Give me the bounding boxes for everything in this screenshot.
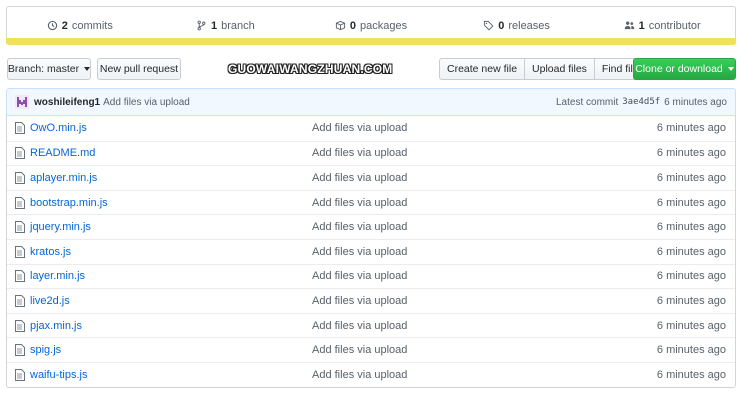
file-name-link[interactable]: live2d.js [30,295,312,307]
file-row: OwO.min.js Add files via upload 6 minute… [7,116,735,141]
file-row: aplayer.min.js Add files via upload 6 mi… [7,165,735,190]
packages-count: 0 [349,19,356,32]
new-pull-request-button[interactable]: New pull request [97,58,181,80]
file-commit-message[interactable]: Add files via upload [312,221,612,233]
contributor-label: contributor [648,19,701,32]
tag-icon [484,20,494,31]
file-row: bootstrap.min.js Add files via upload 6 … [7,189,735,215]
branches-link[interactable]: 1 branch [153,20,299,32]
file-age: 6 minutes ago [656,122,726,135]
file-commit-message[interactable]: Add files via upload [312,369,612,381]
file-commit-message[interactable]: Add files via upload [312,344,612,356]
commits-label: commits [71,19,113,32]
packages-label: packages [360,19,408,32]
upload-files-button[interactable]: Upload files [524,58,595,80]
file-icon [15,294,25,307]
commit-sha[interactable]: 3ae4d5f [622,97,660,107]
file-name-link[interactable]: aplayer.min.js [30,172,312,184]
file-row: README.md Add files via upload 6 minutes… [7,140,735,166]
commits-link[interactable]: 2 commits [7,20,153,32]
file-row: layer.min.js Add files via upload 6 minu… [7,263,735,289]
avatar[interactable] [15,95,29,109]
commits-count: 2 [61,19,68,32]
file-age: 6 minutes ago [656,221,726,234]
file-row: kratos.js Add files via upload 6 minutes… [7,238,735,264]
clone-or-download-label: Clone or download [635,63,723,75]
releases-label: releases [508,19,550,32]
file-commit-message[interactable]: Add files via upload [312,122,612,134]
branch-label: branch [221,19,255,32]
branch-select-button[interactable]: Branch: master [7,58,91,80]
file-row: pjax.min.js Add files via upload 6 minut… [7,312,735,338]
clone-or-download-button[interactable]: Clone or download [633,58,736,80]
file-row: jquery.min.js Add files via upload 6 min… [7,214,735,239]
file-age: 6 minutes ago [656,147,726,160]
file-icon [15,245,25,258]
file-actions-group: Create new file Upload files Find file [439,58,647,80]
contributors-link[interactable]: 1 contributor [589,20,735,32]
latest-commit-info: Latest commit 3ae4d5f 6 minutes ago [556,97,727,108]
commit-message[interactable]: Add files via upload [103,97,190,108]
file-name-link[interactable]: layer.min.js [30,270,312,282]
file-row: spig.js Add files via upload 6 minutes a… [7,337,735,362]
file-age: 6 minutes ago [656,196,726,209]
file-age: 6 minutes ago [656,171,726,184]
file-name-link[interactable]: pjax.min.js [30,320,312,332]
contributor-count: 1 [638,19,645,32]
branch-icon [197,20,206,31]
latest-commit-bar: woshileifeng1 Add files via upload Lates… [6,88,736,116]
file-icon [15,319,25,332]
releases-count: 0 [498,19,505,32]
file-age: 6 minutes ago [656,294,726,307]
file-icon [15,196,25,209]
history-icon [47,20,57,31]
file-icon [15,368,25,381]
file-commit-message[interactable]: Add files via upload [312,320,612,332]
language-bar[interactable] [6,38,736,45]
latest-commit-label: Latest commit [555,96,619,108]
file-row: live2d.js Add files via upload 6 minutes… [7,288,735,313]
file-age: 6 minutes ago [656,368,726,381]
file-commit-message[interactable]: Add files via upload [312,172,612,184]
create-new-file-button[interactable]: Create new file [439,58,526,80]
commit-author[interactable]: woshileifeng1 [34,97,100,108]
file-icon [15,122,25,135]
caret-down-icon [727,67,734,71]
file-name-link[interactable]: jquery.min.js [30,221,312,233]
branch-select-label: Branch: master [7,63,80,75]
file-name-link[interactable]: waifu-tips.js [30,369,312,381]
file-icon [15,147,25,160]
file-icon [15,270,25,283]
people-icon [624,21,634,30]
file-icon [15,171,25,184]
branch-count: 1 [211,19,218,32]
file-commit-message[interactable]: Add files via upload [312,197,612,209]
file-name-link[interactable]: OwO.min.js [30,122,312,134]
file-age: 6 minutes ago [656,319,726,332]
file-commit-message[interactable]: Add files via upload [312,295,612,307]
file-icon [15,344,25,357]
file-commit-message[interactable]: Add files via upload [312,270,612,282]
file-name-link[interactable]: README.md [30,147,312,159]
packages-link[interactable]: 0 packages [298,20,444,32]
file-age: 6 minutes ago [656,270,726,283]
file-age: 6 minutes ago [656,245,726,258]
commit-age: 6 minutes ago [664,96,727,108]
file-name-link[interactable]: spig.js [30,344,312,356]
package-icon [335,20,345,31]
file-icon [15,221,25,234]
file-age: 6 minutes ago [656,344,726,357]
file-row: waifu-tips.js Add files via upload 6 min… [7,361,735,387]
file-commit-message[interactable]: Add files via upload [312,246,612,258]
file-list: OwO.min.js Add files via upload 6 minute… [6,116,736,388]
file-commit-message[interactable]: Add files via upload [312,147,612,159]
releases-link[interactable]: 0 releases [444,20,590,32]
watermark-text: GUOWAIWANGZHUAN.COM [228,62,393,76]
caret-down-icon [84,67,91,71]
file-name-link[interactable]: bootstrap.min.js [30,197,312,209]
file-name-link[interactable]: kratos.js [30,246,312,258]
